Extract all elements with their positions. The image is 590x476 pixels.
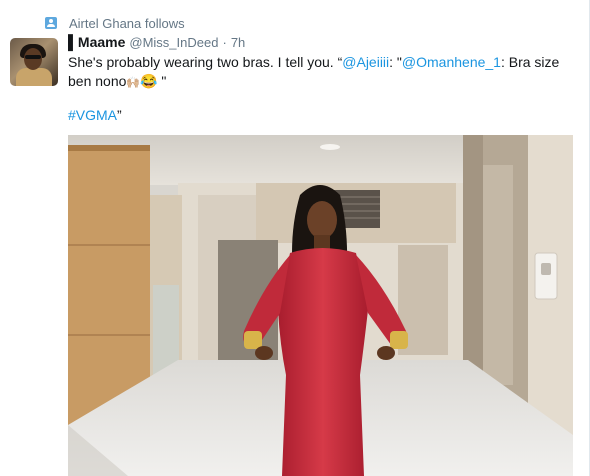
joy-emoji-icon: 😂	[140, 73, 158, 89]
separator-dot: ·	[222, 35, 227, 50]
author-handle[interactable]: @Miss_InDeed	[129, 35, 218, 50]
mention-omanhene[interactable]: @Omanhene_1	[402, 54, 501, 70]
hashtag-vgma[interactable]: #VGMA	[68, 107, 117, 123]
person-icon	[45, 17, 57, 29]
avatar-sunglasses	[25, 55, 41, 59]
mention-ajeiiii[interactable]: @Ajeiiii	[342, 54, 389, 70]
tweet-text-part-4: "	[157, 73, 167, 89]
tweet-text-part-2: : "	[389, 54, 402, 70]
social-context-text[interactable]: Airtel Ghana follows	[69, 16, 185, 31]
closing-quote: ”	[117, 107, 122, 123]
tweet-text-part-1: She's probably wearing two bras. I tell …	[68, 54, 343, 70]
tweet-timestamp[interactable]: 7h	[231, 35, 245, 50]
tweet-text: She's probably wearing two bras. I tell …	[68, 53, 573, 93]
tweet-photo[interactable]	[68, 135, 573, 476]
social-context[interactable]: Airtel Ghana follows	[45, 14, 185, 32]
photo-scene	[68, 135, 573, 476]
avatar[interactable]	[10, 38, 58, 86]
hashtag-line: #VGMA”	[68, 106, 122, 125]
tweet-header: ▌Maame @Miss_InDeed · 7h	[68, 34, 245, 54]
author-name[interactable]: ▌Maame	[68, 34, 125, 50]
avatar-body	[16, 68, 52, 86]
avatar-face	[24, 48, 42, 70]
raised-hands-emoji-icon: 🙌🏼	[126, 77, 141, 89]
